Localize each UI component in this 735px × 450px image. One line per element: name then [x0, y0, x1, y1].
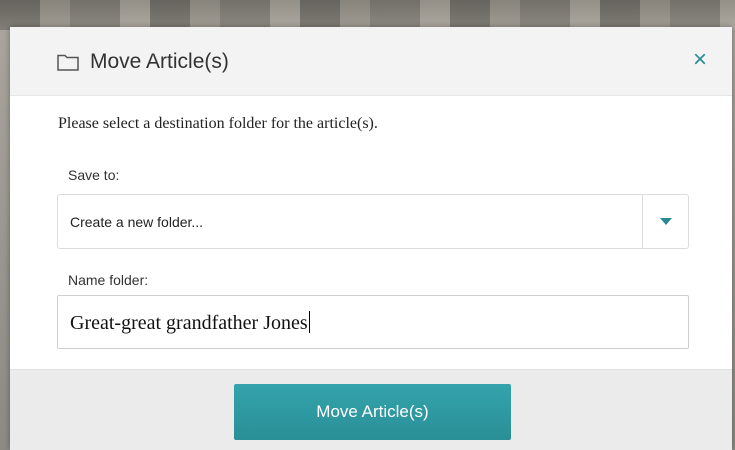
- name-folder-label: Name folder:: [68, 272, 149, 288]
- chevron-down-icon: [660, 218, 672, 225]
- folder-icon: [57, 53, 79, 71]
- move-articles-dialog: Move Article(s) × Please select a destin…: [10, 27, 732, 450]
- close-icon[interactable]: ×: [685, 45, 715, 75]
- folder-name-input[interactable]: Great-great grandfather Jones: [57, 295, 689, 349]
- text-caret: [308, 311, 310, 333]
- dropdown-toggle[interactable]: [642, 195, 688, 248]
- dialog-footer: Move Article(s): [10, 369, 732, 450]
- save-to-label: Save to:: [68, 167, 120, 183]
- instruction-text: Please select a destination folder for t…: [58, 115, 378, 132]
- dialog-header: Move Article(s) ×: [10, 27, 732, 96]
- move-articles-button[interactable]: Move Article(s): [234, 384, 511, 440]
- save-to-select[interactable]: Create a new folder...: [57, 194, 689, 249]
- backdrop-image: [0, 0, 735, 30]
- save-to-selected-value: Create a new folder...: [70, 214, 204, 230]
- folder-name-value: Great-great grandfather Jones: [70, 312, 308, 334]
- dialog-title: Move Article(s): [90, 50, 229, 73]
